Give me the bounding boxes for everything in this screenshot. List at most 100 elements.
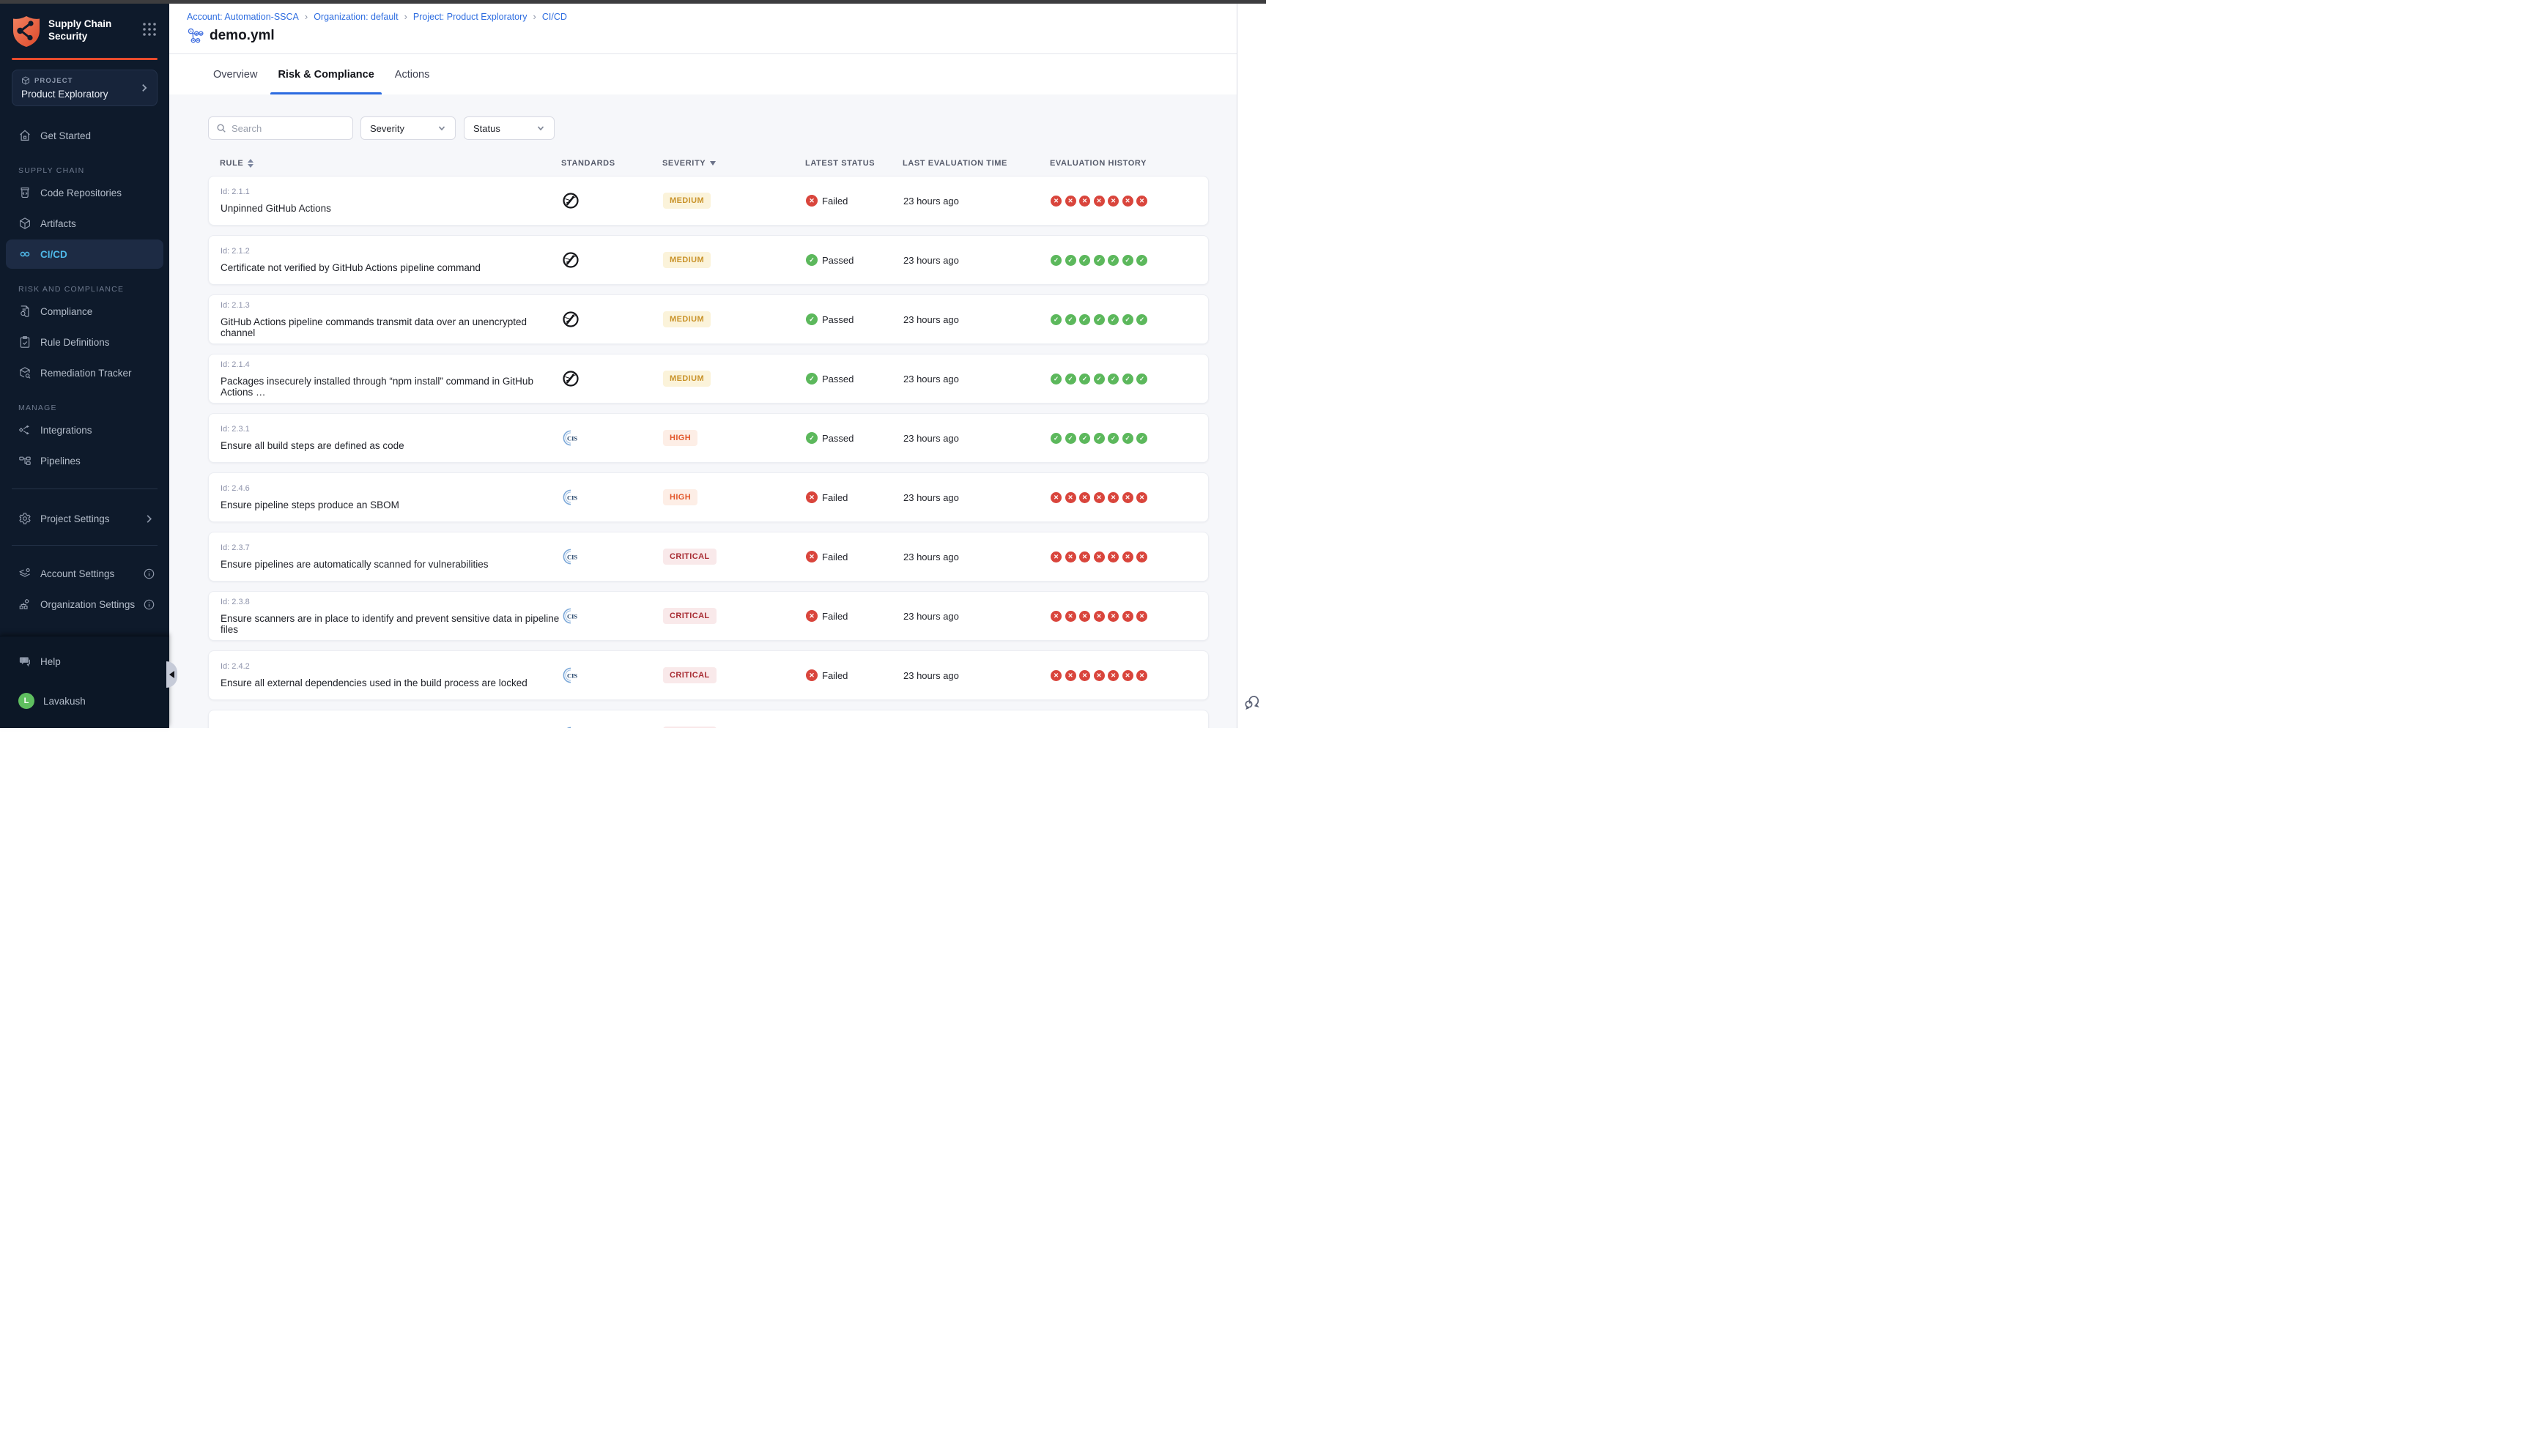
table-row[interactable]: Id: 2.3.8 Ensure scanners are in place t… (208, 591, 1209, 641)
history-fail-icon[interactable]: ✕ (1051, 551, 1062, 562)
table-row[interactable]: Id: 3.1.7 CIS CRITICAL ✕ Failed 23 hours… (208, 710, 1209, 728)
history-pass-icon[interactable]: ✓ (1108, 433, 1119, 444)
history-fail-icon[interactable]: ✕ (1136, 492, 1147, 503)
history-fail-icon[interactable]: ✕ (1122, 670, 1133, 681)
history-fail-icon[interactable]: ✕ (1122, 551, 1133, 562)
table-row[interactable]: Id: 2.1.4 Packages insecurely installed … (208, 354, 1209, 404)
history-pass-icon[interactable]: ✓ (1065, 433, 1076, 444)
tab-overview[interactable]: Overview (212, 54, 259, 94)
history-pass-icon[interactable]: ✓ (1079, 374, 1090, 385)
history-fail-icon[interactable]: ✕ (1051, 196, 1062, 207)
app-switcher-grid-icon[interactable] (141, 21, 158, 37)
history-fail-icon[interactable]: ✕ (1108, 492, 1119, 503)
status-filter-dropdown[interactable]: Status (464, 116, 555, 140)
history-fail-icon[interactable]: ✕ (1094, 196, 1105, 207)
history-pass-icon[interactable]: ✓ (1065, 255, 1076, 266)
history-pass-icon[interactable]: ✓ (1051, 255, 1062, 266)
history-fail-icon[interactable]: ✕ (1108, 670, 1119, 681)
sidebar-item-rule-definitions[interactable]: Rule Definitions (6, 327, 163, 357)
history-fail-icon[interactable]: ✕ (1051, 492, 1062, 503)
sidebar-item-compliance[interactable]: Compliance (6, 297, 163, 326)
tab-actions[interactable]: Actions (393, 54, 432, 94)
severity-filter-dropdown[interactable]: Severity (360, 116, 456, 140)
history-fail-icon[interactable]: ✕ (1094, 551, 1105, 562)
history-pass-icon[interactable]: ✓ (1079, 433, 1090, 444)
severity-sort-icon[interactable] (710, 161, 716, 166)
history-fail-icon[interactable]: ✕ (1122, 611, 1133, 622)
history-pass-icon[interactable]: ✓ (1094, 255, 1105, 266)
history-pass-icon[interactable]: ✓ (1065, 374, 1076, 385)
history-fail-icon[interactable]: ✕ (1065, 611, 1076, 622)
history-pass-icon[interactable]: ✓ (1065, 314, 1076, 325)
search-input[interactable] (232, 123, 345, 134)
sidebar-item-artifacts[interactable]: Artifacts (6, 209, 163, 238)
sidebar-item-pipelines[interactable]: Pipelines (6, 446, 163, 475)
history-pass-icon[interactable]: ✓ (1122, 433, 1133, 444)
history-pass-icon[interactable]: ✓ (1136, 255, 1147, 266)
history-fail-icon[interactable]: ✕ (1079, 196, 1090, 207)
breadcrumb-organization[interactable]: Organization: default (314, 12, 398, 22)
history-fail-icon[interactable]: ✕ (1051, 670, 1062, 681)
table-row[interactable]: Id: 2.1.1 Unpinned GitHub Actions MEDIUM… (208, 176, 1209, 226)
history-fail-icon[interactable]: ✕ (1108, 196, 1119, 207)
history-pass-icon[interactable]: ✓ (1094, 374, 1105, 385)
history-fail-icon[interactable]: ✕ (1136, 611, 1147, 622)
breadcrumb-project[interactable]: Project: Product Exploratory (413, 12, 528, 22)
breadcrumb-account[interactable]: Account: Automation-SSCA (187, 12, 299, 22)
sidebar-item-help[interactable]: ? Help (6, 647, 163, 676)
sidebar-item-code-repositories[interactable]: Code Repositories (6, 178, 163, 207)
history-pass-icon[interactable]: ✓ (1051, 314, 1062, 325)
table-row[interactable]: Id: 2.3.1 Ensure all build steps are def… (208, 413, 1209, 463)
history-fail-icon[interactable]: ✕ (1094, 670, 1105, 681)
history-pass-icon[interactable]: ✓ (1108, 374, 1119, 385)
history-fail-icon[interactable]: ✕ (1065, 196, 1076, 207)
breadcrumb-module[interactable]: CI/CD (542, 12, 567, 22)
history-pass-icon[interactable]: ✓ (1108, 314, 1119, 325)
history-pass-icon[interactable]: ✓ (1051, 433, 1062, 444)
project-selector[interactable]: PROJECT Product Exploratory (12, 70, 158, 106)
tab-risk-and-compliance[interactable]: Risk & Compliance (276, 54, 375, 94)
history-pass-icon[interactable]: ✓ (1122, 314, 1133, 325)
sidebar-item-organization-settings[interactable]: Organization Settings (6, 590, 163, 619)
sidebar-item-get-started[interactable]: Get Started (6, 121, 163, 150)
sidebar-item-project-settings[interactable]: Project Settings (6, 504, 163, 533)
history-fail-icon[interactable]: ✕ (1136, 670, 1147, 681)
history-fail-icon[interactable]: ✕ (1136, 196, 1147, 207)
history-pass-icon[interactable]: ✓ (1051, 374, 1062, 385)
history-fail-icon[interactable]: ✕ (1136, 551, 1147, 562)
sidebar-item-account-settings[interactable]: Account Settings (6, 559, 163, 588)
history-pass-icon[interactable]: ✓ (1108, 255, 1119, 266)
sidebar-item-integrations[interactable]: Integrations (6, 415, 163, 445)
sort-icon[interactable] (248, 159, 253, 168)
sidebar-item-remediation-tracker[interactable]: Remediation Tracker (6, 358, 163, 387)
history-fail-icon[interactable]: ✕ (1065, 492, 1076, 503)
sidebar-item-cicd[interactable]: CI/CD (6, 239, 163, 269)
history-pass-icon[interactable]: ✓ (1136, 314, 1147, 325)
history-pass-icon[interactable]: ✓ (1136, 433, 1147, 444)
sidebar-item-user[interactable]: L Lavakush (6, 686, 163, 716)
history-pass-icon[interactable]: ✓ (1079, 255, 1090, 266)
history-pass-icon[interactable]: ✓ (1079, 314, 1090, 325)
table-row[interactable]: Id: 2.4.2 Ensure all external dependenci… (208, 650, 1209, 700)
history-fail-icon[interactable]: ✕ (1108, 551, 1119, 562)
history-fail-icon[interactable]: ✕ (1122, 492, 1133, 503)
history-pass-icon[interactable]: ✓ (1094, 314, 1105, 325)
table-row[interactable]: Id: 2.1.2 Certificate not verified by Gi… (208, 235, 1209, 285)
history-pass-icon[interactable]: ✓ (1136, 374, 1147, 385)
chat-bubbles-icon[interactable] (1243, 693, 1261, 710)
history-fail-icon[interactable]: ✕ (1079, 670, 1090, 681)
history-fail-icon[interactable]: ✕ (1122, 196, 1133, 207)
history-fail-icon[interactable]: ✕ (1079, 492, 1090, 503)
table-row[interactable]: Id: 2.3.7 Ensure pipelines are automatic… (208, 532, 1209, 582)
history-fail-icon[interactable]: ✕ (1065, 551, 1076, 562)
history-pass-icon[interactable]: ✓ (1094, 433, 1105, 444)
history-fail-icon[interactable]: ✕ (1079, 611, 1090, 622)
history-fail-icon[interactable]: ✕ (1094, 492, 1105, 503)
history-fail-icon[interactable]: ✕ (1051, 611, 1062, 622)
history-fail-icon[interactable]: ✕ (1094, 611, 1105, 622)
table-row[interactable]: Id: 2.4.6 Ensure pipeline steps produce … (208, 472, 1209, 522)
history-pass-icon[interactable]: ✓ (1122, 255, 1133, 266)
history-fail-icon[interactable]: ✕ (1108, 611, 1119, 622)
table-row[interactable]: Id: 2.1.3 GitHub Actions pipeline comman… (208, 294, 1209, 344)
history-fail-icon[interactable]: ✕ (1065, 670, 1076, 681)
